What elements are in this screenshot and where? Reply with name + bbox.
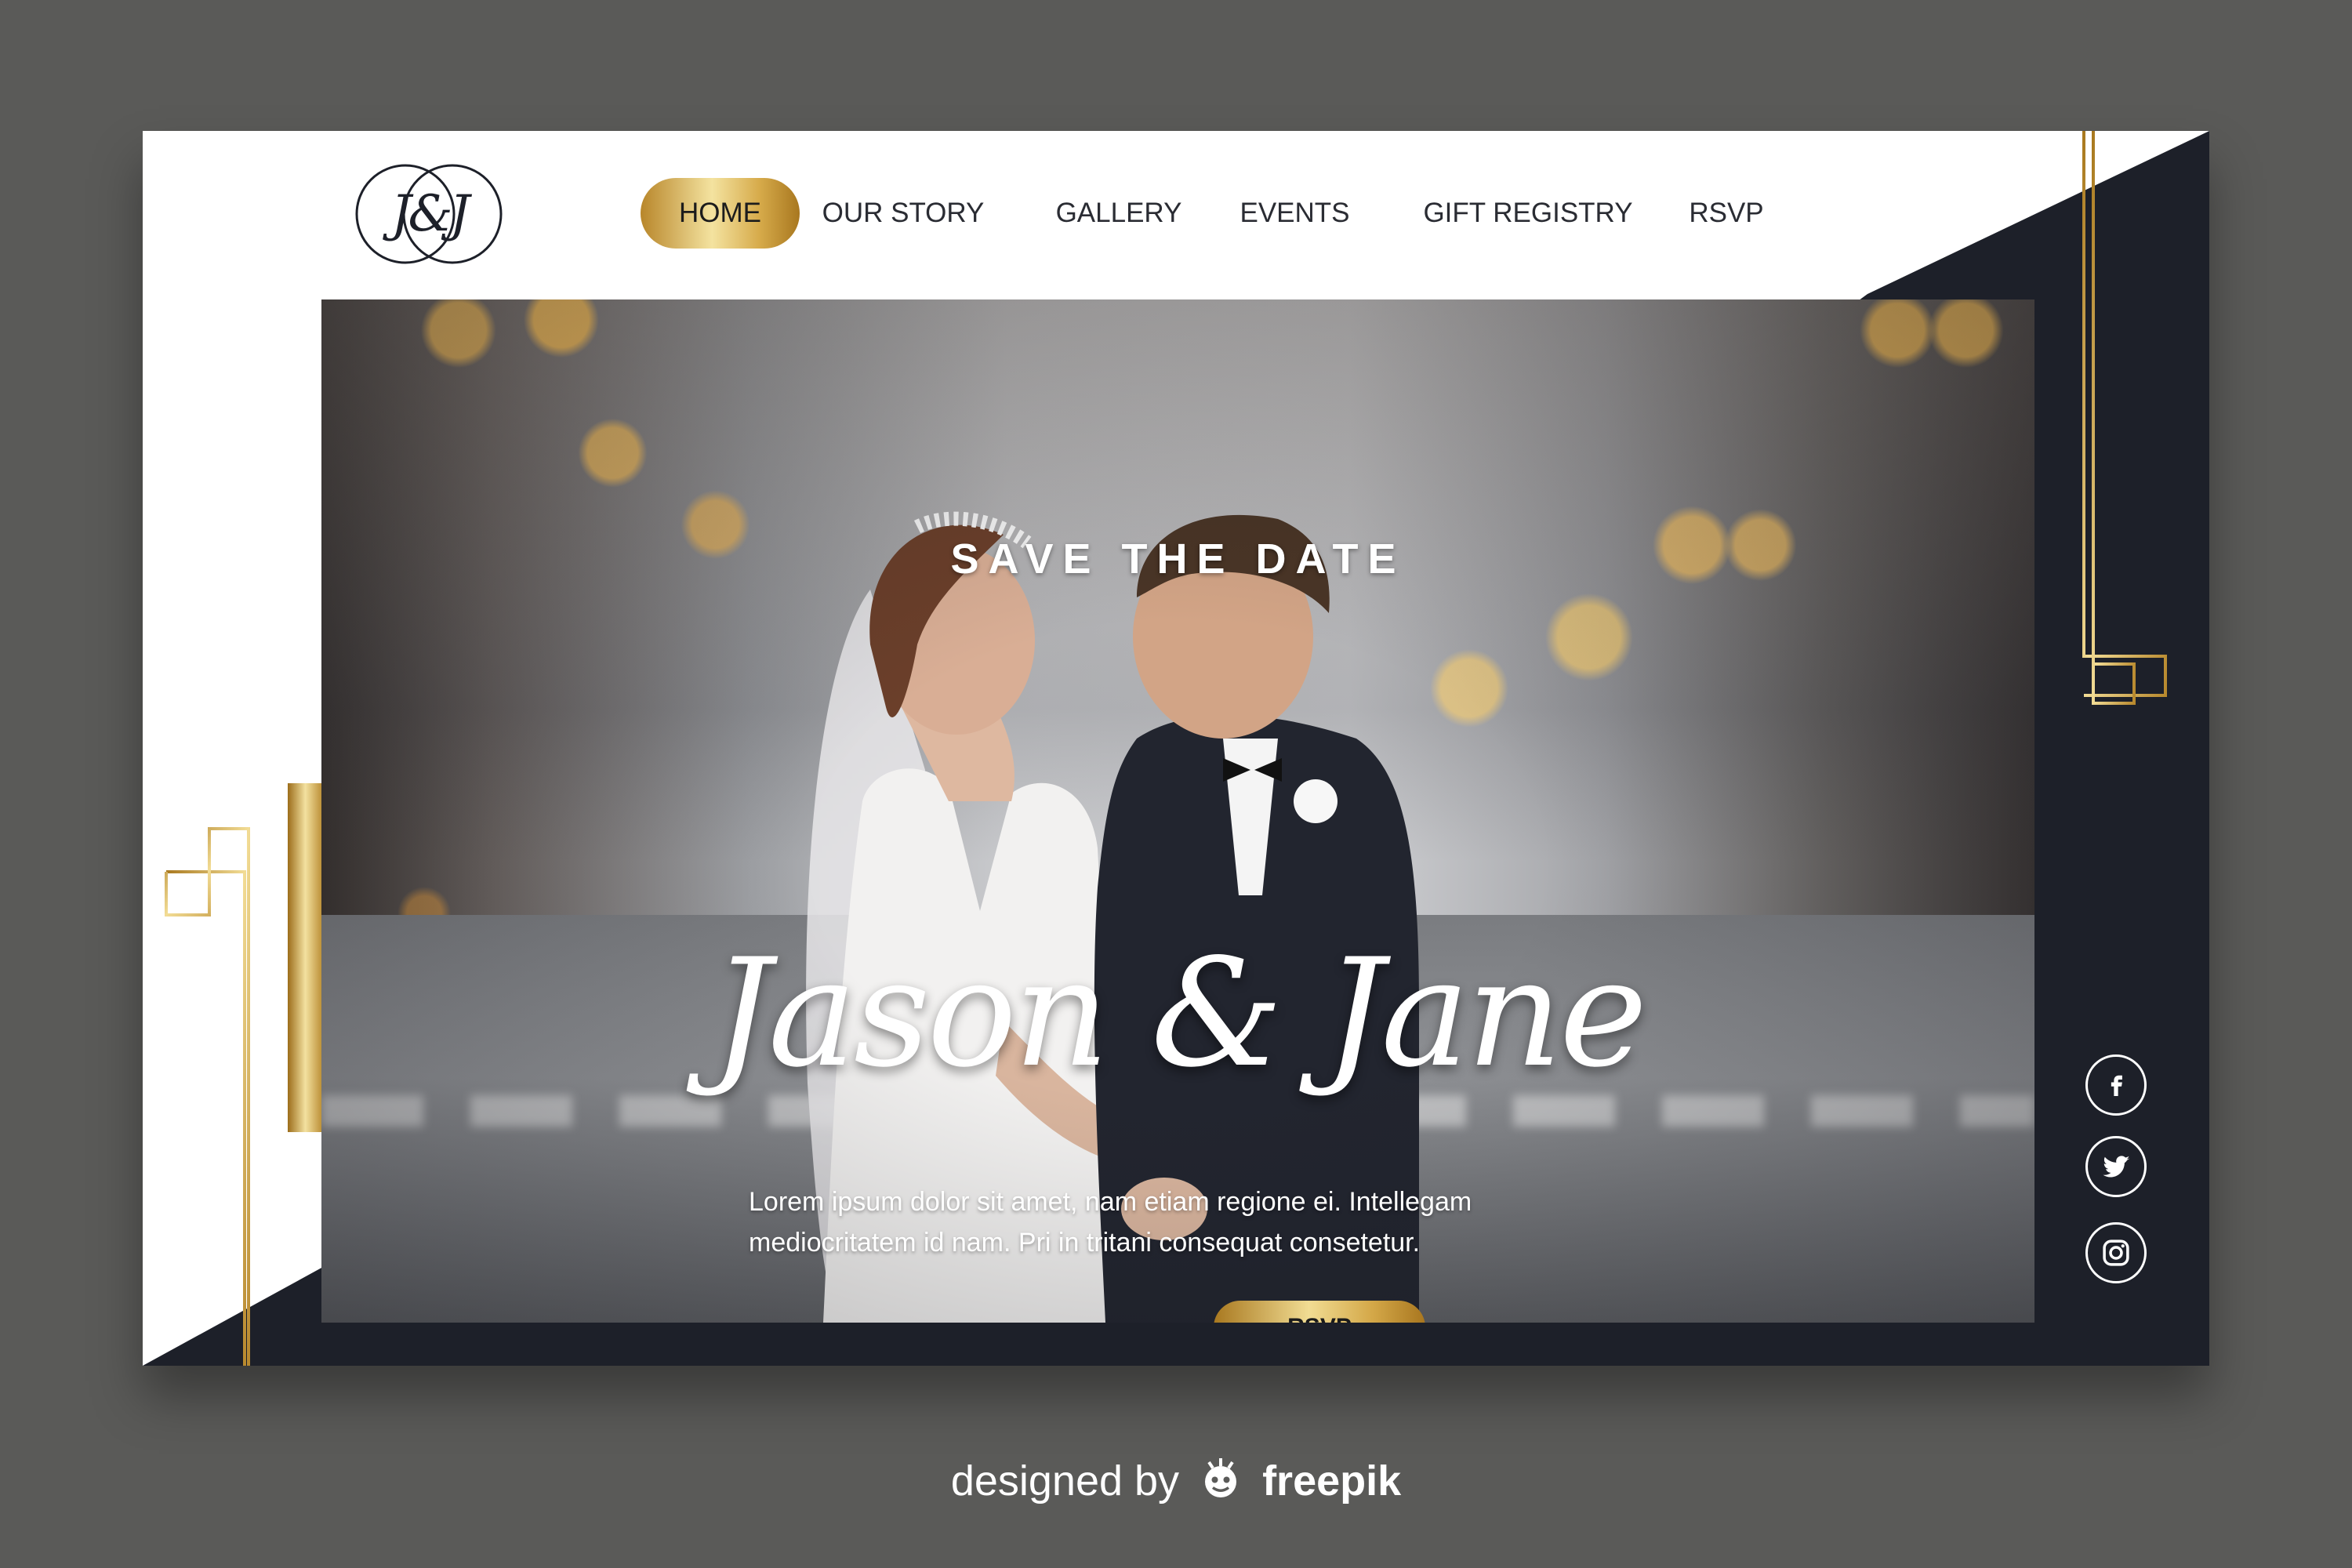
monogram-text: J&J [390,185,470,243]
facebook-link[interactable] [2085,1054,2147,1116]
nav-gallery[interactable]: GALLERY [1048,178,1189,249]
couple-names: Jason & Jane [711,927,1648,1100]
designer-credit: designed by freepik [0,1454,2352,1505]
landing-card: J&J HOME OUR STORY GALLERY EVENTS GIFT R… [143,131,2209,1366]
save-the-date-heading: SAVE THE DATE [950,535,1406,583]
nav-gift-registry[interactable]: GIFT REGISTRY [1422,178,1634,249]
rsvp-button[interactable]: RSVP [1214,1301,1425,1323]
hero-photo: SAVE THE DATE Jason & Jane Lorem ipsum d… [321,299,2034,1323]
nav-rsvp[interactable]: RSVP [1679,178,1773,249]
photo-vignette [321,299,2034,1323]
facebook-icon [2111,1075,2122,1096]
hero-description-line-2: mediocritatem id nam. Pri in tritani con… [749,1228,1421,1258]
twitter-link[interactable] [2085,1136,2147,1197]
instagram-icon [2103,1240,2129,1266]
freepik-logo-icon [1205,1458,1237,1497]
gold-accent-bar [288,783,323,1132]
monogram-logo[interactable]: J&J [339,159,519,269]
instagram-link[interactable] [2085,1222,2147,1283]
twitter-icon [2103,1156,2130,1178]
credit-prefix: designed by [950,1457,1180,1504]
nav-our-story[interactable]: OUR STORY [817,178,989,249]
credit-brand[interactable]: freepik [1262,1457,1401,1504]
nav-home[interactable]: HOME [641,178,800,249]
hero-description-line-1: Lorem ipsum dolor sit amet, nam etiam re… [749,1187,1472,1217]
nav-events[interactable]: EVENTS [1226,178,1363,249]
hero-description: Lorem ipsum dolor sit amet, nam etiam re… [749,1181,1611,1263]
